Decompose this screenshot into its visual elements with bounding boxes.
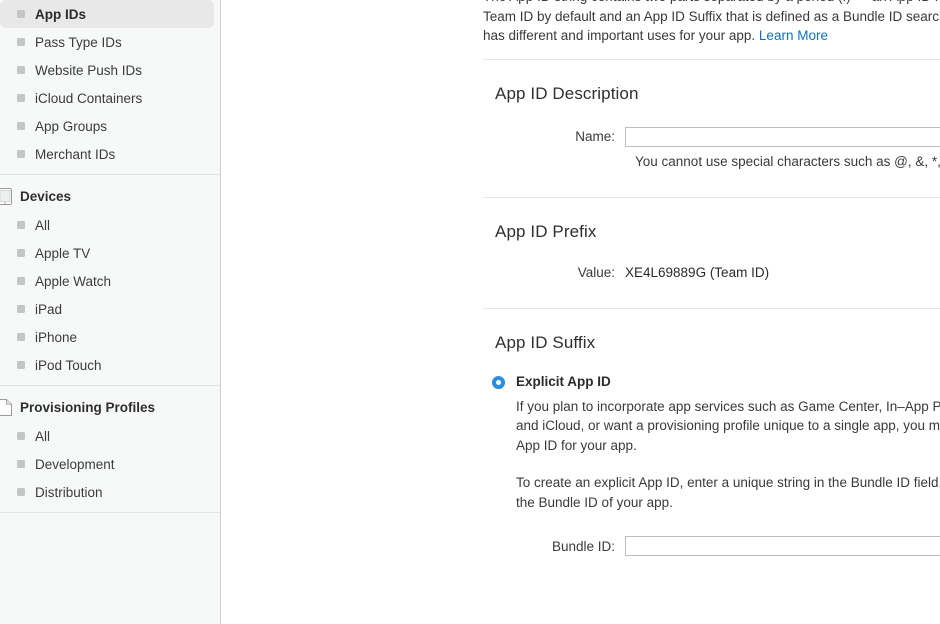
bullet-icon	[17, 150, 25, 158]
sidebar-item-label: App Groups	[35, 118, 108, 134]
explicit-app-id-option[interactable]: Explicit App ID If you plan to incorpora…	[483, 353, 940, 513]
sidebar-divider	[0, 174, 220, 175]
sidebar-item-distribution[interactable]: Distribution	[0, 478, 220, 506]
main-content: The App ID string contains two parts sep…	[221, 0, 940, 624]
device-icon	[0, 187, 14, 205]
bullet-icon	[17, 432, 25, 440]
section-title: App ID Description	[495, 83, 639, 103]
sidebar: App IDs Pass Type IDs Website Push IDs i…	[0, 0, 221, 624]
value-field-row: Value: XE4L69889G (Team ID)	[483, 242, 940, 280]
bullet-icon	[17, 333, 25, 341]
sidebar-item-label: Merchant IDs	[35, 146, 116, 162]
value-label: Value:	[577, 264, 615, 280]
explicit-app-id-paragraph-1: If you plan to incorporate app services …	[516, 398, 940, 453]
sidebar-item-development[interactable]: Development	[0, 450, 220, 478]
learn-more-link[interactable]: Learn More	[759, 28, 828, 43]
sidebar-divider	[0, 385, 220, 386]
bundle-id-input[interactable]	[625, 536, 940, 556]
name-field-row: Name:	[483, 104, 940, 147]
sidebar-item-label: Distribution	[35, 484, 103, 500]
sidebar-group-label: Provisioning Profiles	[20, 399, 156, 415]
bullet-icon	[17, 460, 25, 468]
intro-text: The App ID string contains two parts sep…	[483, 0, 940, 43]
bullet-icon	[17, 488, 25, 496]
sidebar-divider	[0, 512, 220, 513]
sidebar-item-label: All	[35, 217, 51, 233]
sidebar-item-label: iPhone	[35, 329, 78, 345]
sidebar-item-label: All	[35, 428, 51, 444]
intro-paragraph: The App ID string contains two parts sep…	[483, 0, 940, 46]
sidebar-item-label: iPad	[35, 301, 63, 317]
bullet-icon	[17, 122, 25, 130]
sidebar-item-apple-tv[interactable]: Apple TV	[0, 239, 220, 267]
bullet-icon	[17, 66, 25, 74]
sidebar-item-label: Apple TV	[35, 245, 91, 261]
sidebar-group-identifiers: App IDs Pass Type IDs Website Push IDs i…	[0, 0, 220, 168]
sidebar-item-iphone[interactable]: iPhone	[0, 323, 220, 351]
explicit-app-id-body: Explicit App ID If you plan to incorpora…	[516, 373, 940, 513]
radio-explicit-app-id[interactable]	[492, 375, 505, 389]
app-root: App IDs Pass Type IDs Website Push IDs i…	[0, 0, 940, 624]
name-input[interactable]	[625, 126, 940, 147]
sidebar-item-label: App IDs	[35, 6, 87, 22]
sidebar-item-label: iCloud Containers	[35, 90, 143, 106]
sidebar-item-label: Website Push IDs	[35, 62, 143, 78]
sidebar-item-pass-type-ids[interactable]: Pass Type IDs	[0, 28, 220, 56]
sidebar-item-profiles-all[interactable]: All	[0, 422, 220, 450]
explicit-app-id-title: Explicit App ID	[516, 373, 611, 389]
bullet-icon	[17, 361, 25, 369]
sidebar-group-header-provisioning-profiles[interactable]: Provisioning Profiles	[0, 392, 220, 422]
name-label: Name:	[575, 129, 615, 144]
sidebar-item-app-groups[interactable]: App Groups	[0, 112, 220, 140]
bullet-icon	[17, 305, 25, 313]
explicit-app-id-paragraph-2: To create an explicit App ID, enter a un…	[516, 475, 940, 510]
bundle-id-label: Bundle ID:	[551, 538, 615, 554]
document-icon	[0, 398, 14, 416]
sidebar-item-merchant-ids[interactable]: Merchant IDs	[0, 140, 220, 168]
section-title: App ID Suffix	[495, 332, 596, 352]
bullet-icon	[17, 277, 25, 285]
bullet-icon	[17, 94, 25, 102]
section-app-id-suffix: App ID Suffix Explicit App ID If you pla…	[483, 309, 940, 556]
bullet-icon	[17, 10, 25, 18]
sidebar-item-devices-all[interactable]: All	[0, 211, 220, 239]
sidebar-item-icloud-containers[interactable]: iCloud Containers	[0, 84, 220, 112]
team-id-value: XE4L69889G (Team ID)	[625, 264, 770, 280]
sidebar-item-app-ids[interactable]: App IDs	[0, 0, 214, 28]
section-app-id-prefix: App ID Prefix Value: XE4L69889G (Team ID…	[483, 198, 940, 308]
bullet-icon	[17, 38, 25, 46]
bullet-icon	[17, 249, 25, 257]
section-title: App ID Prefix	[495, 221, 597, 241]
sidebar-group-provisioning-profiles: Provisioning Profiles All Development Di…	[0, 392, 220, 506]
section-app-id-description: App ID Description Name: You cannot use …	[483, 60, 940, 197]
sidebar-item-label: Development	[35, 456, 115, 472]
sidebar-item-ipad[interactable]: iPad	[0, 295, 220, 323]
sidebar-item-label: Pass Type IDs	[35, 34, 122, 50]
sidebar-group-devices: Devices All Apple TV Apple Watch iPad iP…	[0, 181, 220, 379]
sidebar-group-label: Devices	[20, 188, 72, 204]
sidebar-item-ipod-touch[interactable]: iPod Touch	[0, 351, 220, 379]
bundle-id-field-row: Bundle ID:	[483, 512, 940, 556]
sidebar-group-header-devices[interactable]: Devices	[0, 181, 220, 211]
bullet-icon	[17, 221, 25, 229]
sidebar-item-label: iPod Touch	[35, 357, 102, 373]
name-hint: You cannot use special characters such a…	[635, 153, 940, 169]
sidebar-item-apple-watch[interactable]: Apple Watch	[0, 267, 220, 295]
sidebar-item-label: Apple Watch	[35, 273, 112, 289]
sidebar-item-website-push-ids[interactable]: Website Push IDs	[0, 56, 220, 84]
